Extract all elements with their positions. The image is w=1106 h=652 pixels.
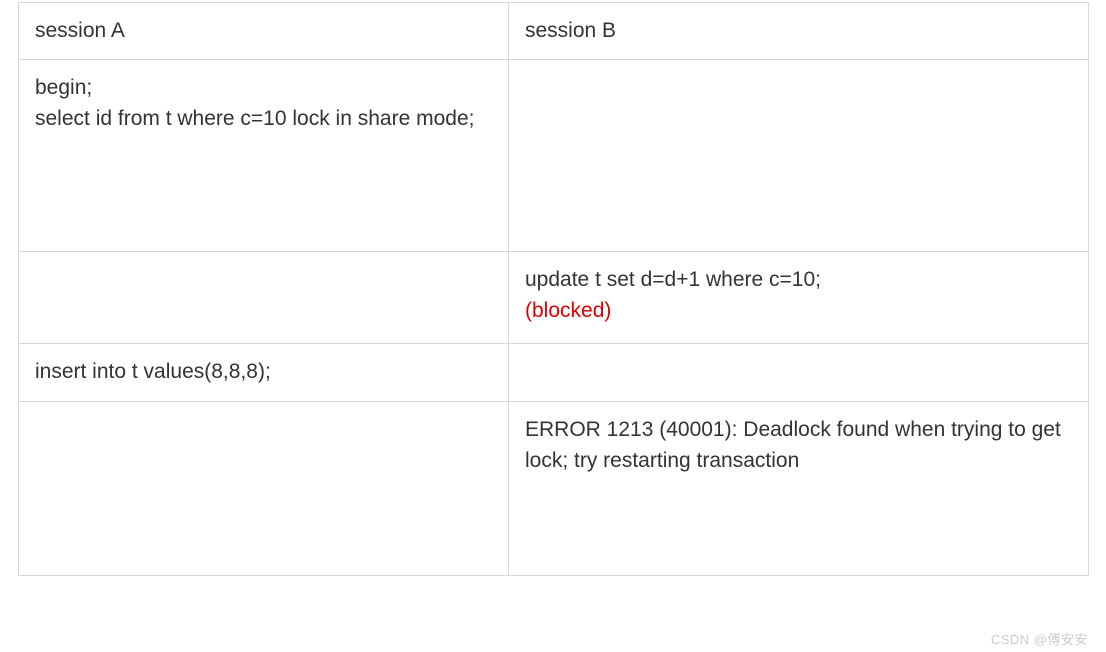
cell-session-a: begin; select id from t where c=10 lock …: [19, 60, 509, 252]
sql-statement: begin;: [35, 76, 92, 99]
header-session-b: session B: [509, 3, 1089, 60]
sql-session-table: session A session B begin; select id fro…: [18, 2, 1089, 576]
table-row: insert into t values(8,8,8);: [19, 344, 1089, 402]
cell-session-b: update t set d=d+1 where c=10; (blocked): [509, 252, 1089, 344]
cell-session-b: [509, 60, 1089, 252]
watermark: CSDN @傅安安: [991, 629, 1088, 648]
table-row: begin; select id from t where c=10 lock …: [19, 60, 1089, 252]
sql-statement: update t set d=d+1 where c=10;: [525, 268, 821, 291]
cell-session-a: insert into t values(8,8,8);: [19, 344, 509, 402]
cell-session-a: [19, 402, 509, 576]
cell-session-b: [509, 344, 1089, 402]
header-session-a: session A: [19, 3, 509, 60]
table-header-row: session A session B: [19, 3, 1089, 60]
table-row: update t set d=d+1 where c=10; (blocked): [19, 252, 1089, 344]
cell-session-a: [19, 252, 509, 344]
table-row: ERROR 1213 (40001): Deadlock found when …: [19, 402, 1089, 576]
sql-statement: select id from t where c=10 lock in shar…: [35, 107, 474, 130]
blocked-status: (blocked): [525, 299, 611, 322]
cell-session-b: ERROR 1213 (40001): Deadlock found when …: [509, 402, 1089, 576]
